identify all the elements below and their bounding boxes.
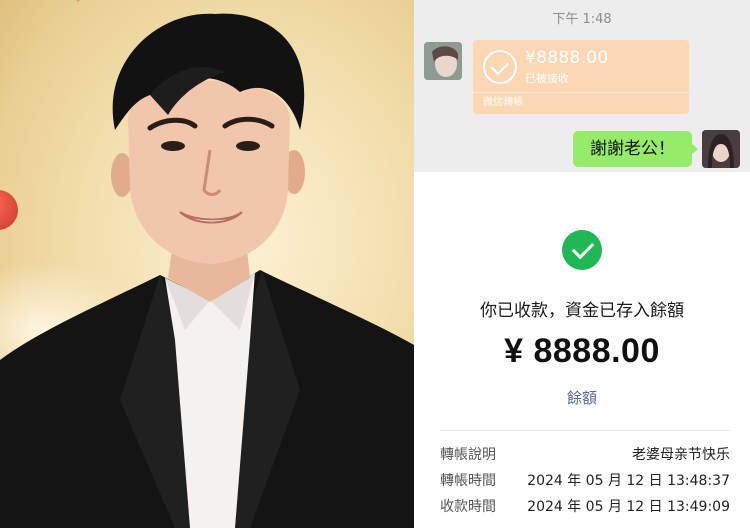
receipt-message: 你已收款，資金已存入餘額 [480,301,684,321]
receiver-avatar-image [702,130,740,168]
detail-label: 轉帳時間 [440,473,496,489]
chat-timestamp: 下午 1:48 [552,12,612,27]
portrait-photo [0,0,414,528]
detail-value: 老婆母亲节快乐 [632,447,730,463]
detail-row-receive-time: 收款時間 2024 年 05 月 12 日 13:49:09 [440,496,730,518]
transfer-card[interactable]: ¥8888.00 已被接收 微信轉帳 [473,40,689,114]
detail-value: 2024 年 05 月 12 日 13:48:37 [527,473,730,489]
check-circle-icon [483,50,517,84]
detail-row-note: 轉帳說明 老婆母亲节快乐 [440,444,730,466]
transfer-status: 已被接收 [525,72,569,85]
divider [440,430,730,431]
payment-receipt: 你已收款，資金已存入餘額 ¥ 8888.00 餘額 轉帳說明 老婆母亲节快乐 轉… [414,172,750,528]
balance-link[interactable]: 餘額 [414,387,750,408]
sender-avatar[interactable] [424,42,462,80]
detail-row-transfer-time: 轉帳時間 2024 年 05 月 12 日 13:48:37 [440,470,730,492]
transfer-amount: ¥8888.00 [525,48,609,68]
receiver-avatar[interactable] [702,130,740,168]
detail-label: 轉帳說明 [440,447,496,463]
chat-screenshot: 下午 1:48 ¥8888.00 已被接收 微信轉帳 謝謝老公！ [414,0,750,172]
transfer-card-footer: 微信轉帳 [473,92,689,114]
detail-label: 收款時間 [440,499,496,515]
success-check-icon [562,230,602,270]
reply-message-bubble[interactable]: 謝謝老公！ [573,131,698,167]
detail-value: 2024 年 05 月 12 日 13:49:09 [527,499,730,515]
man-in-suit-illustration [0,13,414,528]
sender-avatar-image [424,42,462,80]
receipt-amount: ¥ 8888.00 [504,332,660,370]
